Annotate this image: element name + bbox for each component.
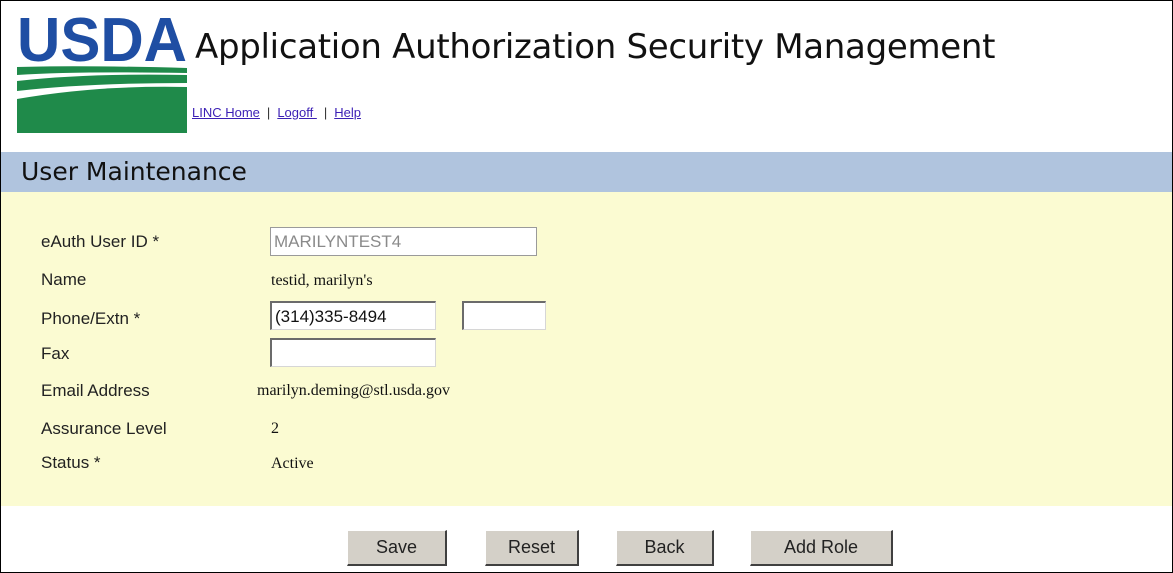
link-separator: | [323, 105, 328, 120]
link-separator: | [266, 105, 271, 120]
assurance-level-value: 2 [271, 420, 279, 437]
user-form-panel [1, 192, 1172, 506]
name-value: testid, marilyn's [271, 272, 373, 289]
top-nav-links: LINC Home | Logoff | Help [192, 105, 361, 120]
usda-logo-text: USDA [17, 15, 187, 75]
phone-label: Phone/Extn * [41, 309, 141, 328]
phone-input[interactable] [270, 301, 436, 330]
usda-logo-graphic: USDA [17, 15, 187, 133]
page-frame: USDA Application Authorization Security … [0, 0, 1173, 573]
eauth-user-id-input[interactable] [270, 227, 537, 256]
phone-extension-input[interactable] [462, 301, 546, 330]
logoff-link[interactable]: Logoff [277, 105, 317, 120]
back-button[interactable]: Back [616, 530, 714, 566]
status-label: Status * [41, 453, 101, 472]
reset-button[interactable]: Reset [485, 530, 579, 566]
status-value: Active [271, 455, 314, 472]
save-button[interactable]: Save [347, 530, 447, 566]
add-role-button[interactable]: Add Role [750, 530, 893, 566]
assurance-level-label: Assurance Level [41, 419, 167, 438]
help-link[interactable]: Help [334, 105, 361, 120]
usda-logo: USDA [17, 15, 187, 133]
app-title: Application Authorization Security Manag… [195, 27, 996, 67]
fax-label: Fax [41, 344, 70, 363]
email-value: marilyn.deming@stl.usda.gov [257, 382, 450, 399]
fax-input[interactable] [270, 338, 436, 367]
name-label: Name [41, 270, 87, 289]
email-label: Email Address [41, 381, 150, 400]
eauth-user-id-label: eAuth User ID * [41, 232, 160, 251]
section-title: User Maintenance [21, 157, 247, 186]
section-header-bar: User Maintenance [1, 152, 1172, 192]
linc-home-link[interactable]: LINC Home [192, 105, 260, 120]
